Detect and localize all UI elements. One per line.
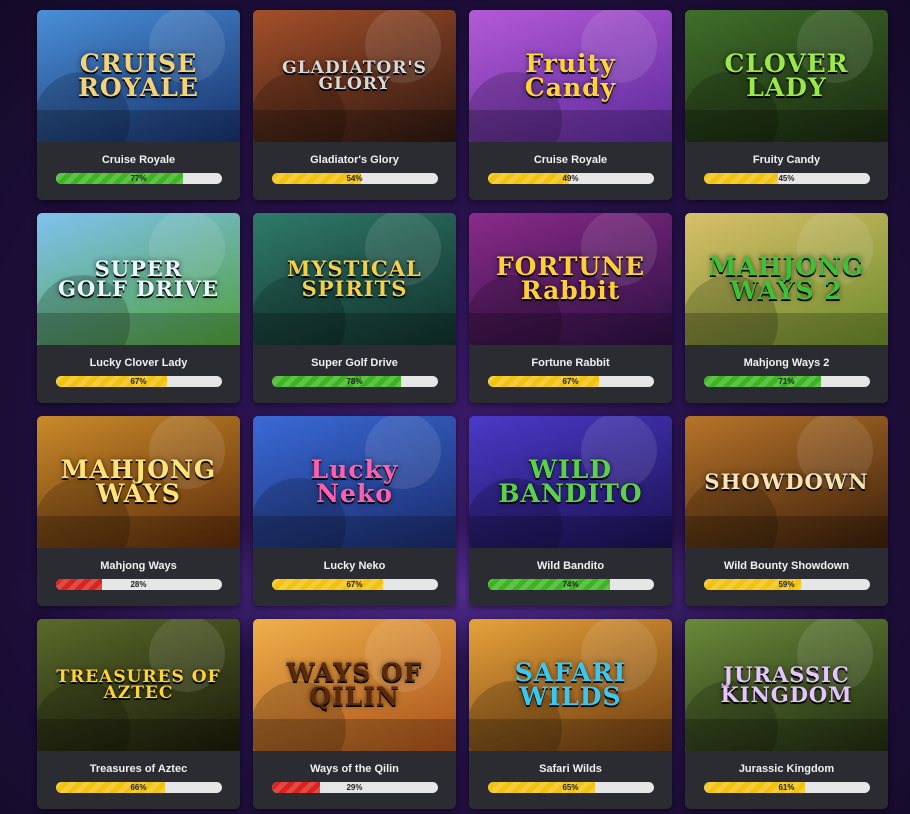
rtp-progress-bar: 59% bbox=[703, 579, 870, 590]
rtp-percent-label: 54% bbox=[346, 174, 363, 183]
game-title: Cruise Royale bbox=[101, 154, 176, 166]
rtp-progress-bar: 67% bbox=[487, 376, 654, 387]
game-logo-text: CLOVER LADY bbox=[724, 49, 849, 102]
rtp-percent-label: 65% bbox=[562, 783, 579, 792]
game-logo-text: TREASURES OF AZTEC bbox=[56, 666, 221, 703]
game-title: Treasures of Aztec bbox=[89, 763, 188, 775]
game-card[interactable]: SAFARI WILDS Safari Wilds 65% bbox=[469, 619, 672, 809]
rtp-percent-label: 45% bbox=[778, 174, 795, 183]
game-card[interactable]: CRUISE ROYALE Cruise Royale 77% bbox=[37, 10, 240, 200]
game-thumbnail[interactable]: SHOWDOWN bbox=[685, 416, 888, 548]
game-card[interactable]: SHOWDOWN Wild Bounty Showdown 59% bbox=[685, 416, 888, 606]
game-logo-text: WAYS OF QILIN bbox=[286, 658, 423, 711]
game-thumbnail[interactable]: GLADIATOR'S GLORY bbox=[253, 10, 456, 142]
rtp-progress-bar: 78% bbox=[271, 376, 438, 387]
game-logo-text: MYSTICAL SPIRITS bbox=[287, 256, 422, 301]
game-title: Ways of the Qilin bbox=[310, 763, 399, 775]
game-title: Fortune Rabbit bbox=[531, 357, 610, 369]
game-card[interactable]: GLADIATOR'S GLORY Gladiator's Glory 54% bbox=[253, 10, 456, 200]
rtp-progress-bar: 77% bbox=[55, 173, 222, 184]
rtp-progress-bar: 29% bbox=[271, 782, 438, 793]
game-thumbnail[interactable]: Fruity Candy bbox=[469, 10, 672, 142]
game-title: Safari Wilds bbox=[539, 763, 602, 775]
rtp-progress-bar: 54% bbox=[271, 173, 438, 184]
game-card[interactable]: Lucky Neko Lucky Neko 67% bbox=[253, 416, 456, 606]
game-title: Cruise Royale bbox=[533, 154, 608, 166]
rtp-percent-label: 66% bbox=[130, 783, 147, 792]
rtp-progress-bar: 66% bbox=[55, 782, 222, 793]
rtp-percent-label: 67% bbox=[346, 580, 363, 589]
game-logo-text: SUPER GOLF DRIVE bbox=[58, 256, 219, 301]
game-logo-text: JURASSIC KINGDOM bbox=[720, 662, 853, 707]
game-logo-text: CRUISE ROYALE bbox=[78, 49, 199, 102]
game-thumbnail[interactable]: CLOVER LADY bbox=[685, 10, 888, 142]
game-card[interactable]: WILD BANDITO Wild Bandito 74% bbox=[469, 416, 672, 606]
game-card[interactable]: MAHJONG WAYS 2 Mahjong Ways 2 71% bbox=[685, 213, 888, 403]
game-card[interactable]: CLOVER LADY Fruity Candy 45% bbox=[685, 10, 888, 200]
rtp-percent-label: 49% bbox=[562, 174, 579, 183]
rtp-progress-bar: 28% bbox=[55, 579, 222, 590]
rtp-percent-label: 59% bbox=[778, 580, 795, 589]
game-logo-text: MAHJONG WAYS bbox=[60, 455, 217, 508]
rtp-progress-bar: 65% bbox=[487, 782, 654, 793]
game-thumbnail[interactable]: TREASURES OF AZTEC bbox=[37, 619, 240, 751]
game-title: Mahjong Ways 2 bbox=[743, 357, 830, 369]
game-title: Gladiator's Glory bbox=[310, 154, 399, 166]
game-thumbnail[interactable]: SUPER GOLF DRIVE bbox=[37, 213, 240, 345]
game-thumbnail[interactable]: MYSTICAL SPIRITS bbox=[253, 213, 456, 345]
rtp-percent-label: 77% bbox=[130, 174, 147, 183]
game-logo-text: GLADIATOR'S GLORY bbox=[282, 57, 427, 94]
game-title: Mahjong Ways bbox=[100, 560, 177, 572]
rtp-progress-bar: 49% bbox=[487, 173, 654, 184]
game-card[interactable]: Fruity Candy Cruise Royale 49% bbox=[469, 10, 672, 200]
rtp-progress-bar: 61% bbox=[703, 782, 870, 793]
game-title: Wild Bounty Showdown bbox=[723, 560, 850, 572]
game-card[interactable]: SUPER GOLF DRIVE Lucky Clover Lady 67% bbox=[37, 213, 240, 403]
game-thumbnail[interactable]: MAHJONG WAYS 2 bbox=[685, 213, 888, 345]
game-title: Lucky Neko bbox=[323, 560, 386, 572]
rtp-percent-label: 67% bbox=[130, 377, 147, 386]
game-card[interactable]: TREASURES OF AZTEC Treasures of Aztec 66% bbox=[37, 619, 240, 809]
game-thumbnail[interactable]: WAYS OF QILIN bbox=[253, 619, 456, 751]
game-title: Fruity Candy bbox=[752, 154, 821, 166]
game-thumbnail[interactable]: CRUISE ROYALE bbox=[37, 10, 240, 142]
rtp-percent-label: 67% bbox=[562, 377, 579, 386]
game-logo-text: MAHJONG WAYS 2 bbox=[708, 252, 865, 305]
game-logo-text: FORTUNE Rabbit bbox=[495, 252, 646, 305]
rtp-percent-label: 74% bbox=[562, 580, 579, 589]
game-logo-text: WILD BANDITO bbox=[498, 455, 643, 508]
game-card[interactable]: WAYS OF QILIN Ways of the Qilin 29% bbox=[253, 619, 456, 809]
game-title: Wild Bandito bbox=[536, 560, 605, 572]
rtp-percent-label: 71% bbox=[778, 377, 795, 386]
game-logo-text: SHOWDOWN bbox=[704, 469, 869, 495]
rtp-progress-bar: 67% bbox=[271, 579, 438, 590]
rtp-progress-bar: 71% bbox=[703, 376, 870, 387]
game-logo-text: Fruity Candy bbox=[524, 49, 617, 102]
rtp-progress-bar: 45% bbox=[703, 173, 870, 184]
game-thumbnail[interactable]: Lucky Neko bbox=[253, 416, 456, 548]
game-thumbnail[interactable]: FORTUNE Rabbit bbox=[469, 213, 672, 345]
rtp-percent-label: 29% bbox=[346, 783, 363, 792]
game-thumbnail[interactable]: JURASSIC KINGDOM bbox=[685, 619, 888, 751]
game-card[interactable]: MYSTICAL SPIRITS Super Golf Drive 78% bbox=[253, 213, 456, 403]
game-card[interactable]: FORTUNE Rabbit Fortune Rabbit 67% bbox=[469, 213, 672, 403]
game-title: Lucky Clover Lady bbox=[89, 357, 188, 369]
game-card[interactable]: JURASSIC KINGDOM Jurassic Kingdom 61% bbox=[685, 619, 888, 809]
rtp-percent-label: 61% bbox=[778, 783, 795, 792]
game-logo-text: Lucky Neko bbox=[310, 455, 399, 508]
game-title: Jurassic Kingdom bbox=[738, 763, 835, 775]
rtp-percent-label: 28% bbox=[130, 580, 147, 589]
game-title: Super Golf Drive bbox=[311, 357, 398, 369]
rtp-progress-bar: 67% bbox=[55, 376, 222, 387]
game-card[interactable]: MAHJONG WAYS Mahjong Ways 28% bbox=[37, 416, 240, 606]
game-thumbnail[interactable]: WILD BANDITO bbox=[469, 416, 672, 548]
rtp-progress-bar: 74% bbox=[487, 579, 654, 590]
game-logo-text: SAFARI WILDS bbox=[514, 658, 627, 711]
game-thumbnail[interactable]: SAFARI WILDS bbox=[469, 619, 672, 751]
game-thumbnail[interactable]: MAHJONG WAYS bbox=[37, 416, 240, 548]
rtp-percent-label: 78% bbox=[346, 377, 363, 386]
game-grid: CRUISE ROYALE Cruise Royale 77% GLADIATOR'S… bbox=[37, 10, 888, 809]
